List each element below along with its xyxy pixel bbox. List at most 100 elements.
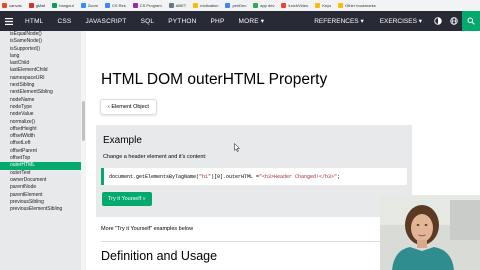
nav-item-more[interactable]: MORE ▾: [231, 11, 271, 31]
nav-references[interactable]: REFERENCES ▾: [306, 11, 372, 31]
sidebar-item-lastelementchild[interactable]: lastElementChild: [0, 67, 81, 74]
search-icon: [467, 17, 475, 25]
sidebar-item-nextelementsibling[interactable]: nextElementSibling: [0, 89, 81, 96]
code-part: )[0].outerHTML =: [211, 173, 260, 180]
previous-button[interactable]: ‹ Element Object: [100, 99, 157, 115]
bookmark-hangout[interactable]: hangout: [52, 3, 74, 8]
bookmark-gmail[interactable]: gMail: [28, 3, 46, 8]
code-string: "<h3>Header Changed!</h3>": [259, 173, 338, 180]
bookmark-label: lunchVideo: [288, 3, 309, 8]
bookmark-icon: [104, 3, 110, 8]
presenter-video: [380, 195, 480, 270]
bookmark-label: penDec: [232, 3, 247, 8]
theme-toggle-button[interactable]: [430, 11, 446, 31]
more-examples-text: More "Try it Yourself" examples below: [101, 226, 194, 232]
bookmark-label: CS Program: [139, 3, 162, 8]
bookmark-lunchvideo[interactable]: lunchVideo: [281, 3, 308, 8]
bookmark-label: Other bookmarks: [345, 3, 376, 8]
sidebar-item-ownerdocument[interactable]: ownerDocument: [0, 177, 81, 184]
sidebar-item-normalize[interactable]: normalize(): [0, 119, 81, 126]
nav-item-html[interactable]: HTML: [18, 11, 51, 31]
sidebar-item-previoussibling[interactable]: previousSibling: [0, 199, 81, 206]
sidebar-item-issupported[interactable]: isSupported(): [0, 46, 81, 53]
bookmark-label: CS Res: [111, 3, 126, 8]
sidebar-item-nodevalue[interactable]: nodeValue: [0, 111, 81, 118]
top-nav: HTML CSS JAVASCRIPT SQL PYTHON PHP MORE …: [0, 11, 480, 31]
example-box: Example Change a header element and it's…: [96, 125, 412, 217]
bookmark-icon: [2, 3, 7, 8]
bookmark-label: hangout: [59, 3, 74, 8]
bookmark-icon: [281, 3, 287, 8]
bookmark-cs-program[interactable]: CS Program: [132, 3, 162, 8]
sidebar-item-lang[interactable]: lang: [0, 53, 81, 60]
bookmark-label: canvas: [9, 3, 22, 8]
search-button[interactable]: [462, 11, 480, 31]
contrast-icon: [434, 17, 442, 25]
bookmark-icon: [52, 3, 58, 8]
sidebar-item-offsetwidth[interactable]: offsetWidth: [0, 133, 81, 140]
sidebar-item-parentnode[interactable]: parentNode: [0, 184, 81, 191]
bookmark-motivation[interactable]: motivation: [193, 3, 218, 8]
bookmark-abet[interactable]: ABET: [168, 3, 187, 8]
nav-item-javascript[interactable]: JAVASCRIPT: [78, 11, 133, 31]
bookmark-icon: [225, 3, 231, 8]
webcam-overlay: [380, 195, 480, 270]
sidebar-item-offsettop[interactable]: offsetTop: [0, 155, 81, 162]
bookmark-cs-res[interactable]: CS Res: [104, 3, 126, 8]
bookmark-icon: [315, 3, 321, 8]
sidebar-item-parentelement[interactable]: parentElement: [0, 192, 81, 199]
bookmark-label: motivation: [200, 3, 219, 8]
code-part: ;: [337, 173, 341, 180]
example-heading: Example: [103, 135, 142, 146]
nav-item-sql[interactable]: SQL: [134, 11, 162, 31]
bookmark-icon: [28, 3, 34, 8]
bookmark-icon: [80, 3, 86, 8]
bookmark-app-dev[interactable]: app dev: [253, 3, 274, 8]
sidebar-item-offsetleft[interactable]: offsetLeft: [0, 140, 81, 147]
example-description: Change a header element and it's content…: [103, 154, 207, 160]
sidebar-item-isequalnode[interactable]: isEqualNode(): [0, 31, 81, 38]
bookmark-pendec[interactable]: penDec: [225, 3, 246, 8]
bookmark-keys[interactable]: Keys: [315, 3, 331, 8]
nav-item-php[interactable]: PHP: [204, 11, 232, 31]
bookmark-canvas[interactable]: canvas: [2, 3, 22, 8]
mouse-cursor-icon: [234, 143, 240, 152]
sidebar-item-offsetparent[interactable]: offsetParent: [0, 148, 81, 155]
bookmark-label: Keys: [322, 3, 332, 8]
scrollbar-thumb[interactable]: [82, 101, 85, 141]
bookmark-label: gMail: [35, 3, 46, 8]
sidebar-item-outertext[interactable]: outerText: [0, 170, 81, 177]
sidebar-item-lastchild[interactable]: lastChild: [0, 60, 81, 67]
hamburger-icon: [5, 17, 13, 25]
nav-item-python[interactable]: PYTHON: [161, 11, 203, 31]
bookmark-icon: [168, 3, 174, 8]
bookmarks-bar: canvas gMail hangout Zoom CS Res CS Prog…: [0, 0, 480, 11]
sidebar: isEqualNode() isSameNode() isSupported()…: [0, 31, 81, 270]
bookmark-label: ABET: [175, 3, 187, 8]
bookmark-zoom[interactable]: Zoom: [80, 3, 98, 8]
sidebar-item-outerhtml[interactable]: outerHTML: [0, 162, 81, 170]
code-part: document.getElementsByTagName(: [109, 173, 200, 180]
sidebar-item-previouselementsibling[interactable]: previousElementSibling: [0, 206, 81, 213]
bookmark-icon: [253, 3, 259, 8]
sidebar-item-nodetype[interactable]: nodeType: [0, 104, 81, 111]
code-block: document.getElementsByTagName("h1")[0].o…: [101, 168, 407, 185]
menu-button[interactable]: [0, 11, 18, 31]
sidebar-item-namespaceuri[interactable]: namespaceURI: [0, 75, 81, 82]
sidebar-item-nextsibling[interactable]: nextSibling: [0, 82, 81, 89]
nav-exercises[interactable]: EXERCISES ▾: [372, 11, 430, 31]
browser-window: canvas gMail hangout Zoom CS Res CS Prog…: [0, 0, 480, 270]
sidebar-item-issamenode[interactable]: isSameNode(): [0, 38, 81, 45]
section-heading: Definition and Usage: [101, 249, 218, 263]
nav-item-css[interactable]: CSS: [51, 11, 79, 31]
try-it-yourself-button[interactable]: Try it Yourself »: [102, 192, 152, 206]
bookmark-other[interactable]: Other bookmarks: [338, 3, 376, 8]
code-string: "h1": [199, 173, 212, 180]
divider: [101, 241, 412, 242]
bookmark-label: Zoom: [87, 3, 98, 8]
sidebar-item-offsetheight[interactable]: offsetHeight: [0, 126, 81, 133]
sidebar-item-nodename[interactable]: nodeName: [0, 97, 81, 104]
bookmark-icon: [193, 3, 199, 8]
globe-button[interactable]: [446, 11, 462, 31]
bookmark-label: app dev: [260, 3, 275, 8]
